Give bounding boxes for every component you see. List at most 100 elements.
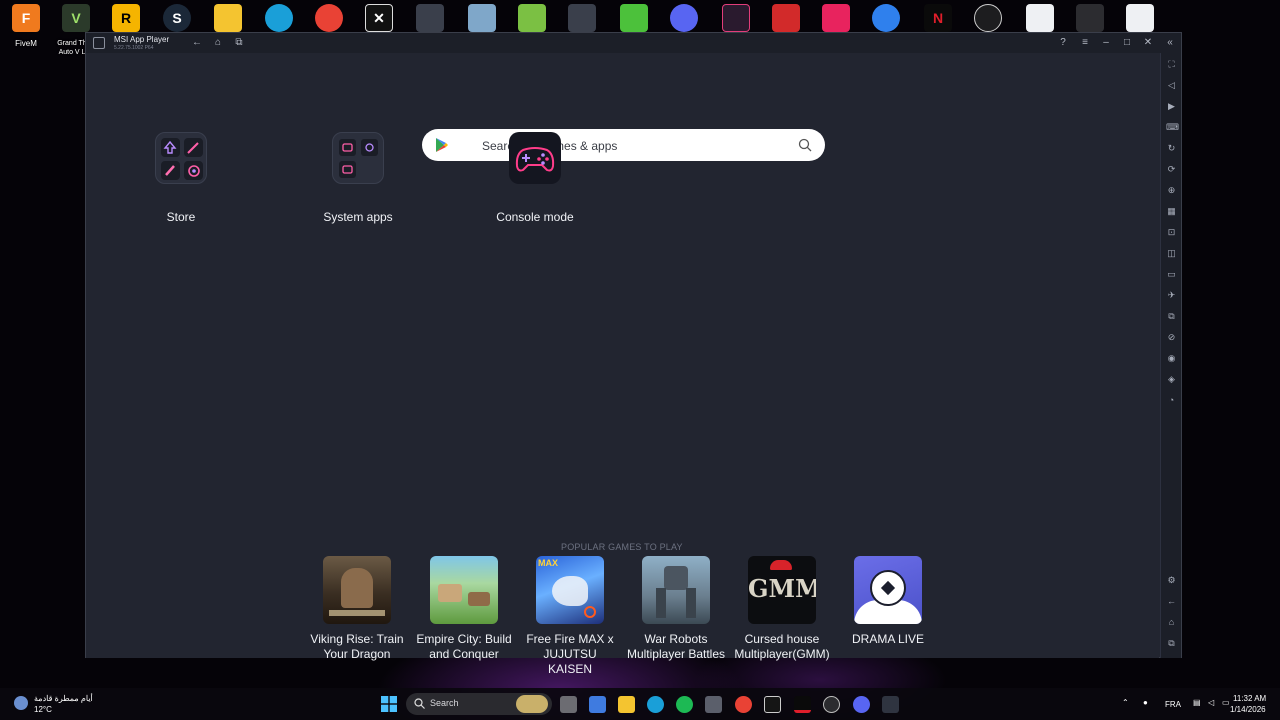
minimize-icon[interactable]: – xyxy=(1099,36,1113,50)
app-icon-red-n[interactable]: N xyxy=(924,4,952,32)
game-empire-city[interactable]: Empire City: Build and Conquer xyxy=(414,556,514,662)
window-version: 5.22.75.1002 P64 xyxy=(114,45,154,51)
performance-icon[interactable]: ▦ xyxy=(1166,206,1177,217)
search-icon[interactable] xyxy=(798,138,812,152)
chrome-icon[interactable] xyxy=(735,696,752,713)
layers-icon[interactable]: ◈ xyxy=(1166,374,1177,385)
console-mode-app[interactable]: Console mode xyxy=(480,132,590,224)
file-explorer-icon[interactable] xyxy=(618,696,635,713)
msi-player-icon-2[interactable] xyxy=(568,4,596,32)
davinci-icon[interactable] xyxy=(1076,4,1104,32)
volume-icon[interactable]: ◁ xyxy=(1208,698,1214,707)
rotate-icon[interactable]: ↻ xyxy=(1166,143,1177,154)
weather-text: أيام ممطرة قادمة xyxy=(34,694,93,703)
network-icon[interactable]: ▤ xyxy=(1193,698,1201,707)
back-icon[interactable]: ← xyxy=(190,36,204,50)
msi-player-icon[interactable] xyxy=(416,4,444,32)
widgets-icon[interactable] xyxy=(589,696,606,713)
green-app-icon[interactable] xyxy=(620,4,648,32)
record-icon[interactable]: ◫ xyxy=(1166,248,1177,259)
close-icon[interactable]: ✕ xyxy=(1141,36,1155,50)
folder-icon[interactable]: ▭ xyxy=(1166,269,1177,280)
game-name: Free Fire MAX x JUJUTSU KAISEN xyxy=(526,632,614,676)
discord-icon[interactable] xyxy=(853,696,870,713)
menu-icon[interactable]: ≡ xyxy=(1078,36,1092,50)
game-thumbnail xyxy=(430,556,498,624)
weather-temp: 12°C xyxy=(34,705,52,714)
app-player-window: MSI App Player 5.22.75.1002 P64 ← ⌂ ⧉ ? … xyxy=(85,32,1182,676)
gamepad-icon[interactable]: ⊕ xyxy=(1166,185,1177,196)
sync-icon[interactable]: ⟳ xyxy=(1166,164,1177,175)
right-toolbar: ⛶ ◁ ▶ ⌨ ↻ ⟳ ⊕ ▦ ⊡ ◫ ▭ ✈ ⧉ ⊘ ◉ ◈ ◔ ⚙ ← ⌂ … xyxy=(1160,53,1181,658)
taskbar-search[interactable]: Search xyxy=(406,693,552,715)
screenshot-icon[interactable]: ⊡ xyxy=(1166,227,1177,238)
settings-icon[interactable]: ⚙ xyxy=(1166,575,1177,586)
rockstar-icon[interactable]: R xyxy=(112,4,140,32)
clock-date[interactable]: 1/14/2026 xyxy=(1230,705,1266,714)
weather-icon[interactable] xyxy=(14,696,28,710)
obs-icon[interactable] xyxy=(823,696,840,713)
windows-taskbar: أيام ممطرة قادمة 12°C Search ⌃ ● FRA ▤ ◁… xyxy=(0,688,1280,720)
volume-icon[interactable]: ◁ xyxy=(1166,80,1177,91)
media-icon[interactable]: ▶ xyxy=(1166,101,1177,112)
multi-instance-icon[interactable]: ⧉ xyxy=(1166,311,1177,322)
collapse-sidebar-icon[interactable]: « xyxy=(1163,36,1177,50)
game-free-fire-max[interactable]: MAX Free Fire MAX x JUJUTSU KAISEN xyxy=(520,556,620,677)
window-titlebar: MSI App Player 5.22.75.1002 P64 ← ⌂ ⧉ ? … xyxy=(86,33,1181,53)
game-name: War Robots Multiplayer Battles xyxy=(626,632,726,661)
start-icon[interactable] xyxy=(381,696,397,712)
clock-time[interactable]: 11:32 AM xyxy=(1233,694,1266,703)
task-view-icon[interactable] xyxy=(560,696,577,713)
keyboard-icon[interactable]: ⌨ xyxy=(1166,122,1179,133)
document-icon-2[interactable] xyxy=(1126,4,1154,32)
edge-icon[interactable] xyxy=(647,696,664,713)
edge-icon[interactable] xyxy=(265,4,293,32)
game-drama-live[interactable]: DRAMA LIVE xyxy=(838,556,938,647)
tray-chevron-icon[interactable]: ⌃ xyxy=(1122,698,1129,707)
store-app[interactable]: Store xyxy=(126,132,236,224)
fivem-desktop-icon[interactable]: F xyxy=(12,4,40,32)
eco-mode-icon[interactable]: ⊘ xyxy=(1166,332,1177,343)
maximize-icon[interactable]: □ xyxy=(1120,36,1134,50)
system-apps-folder[interactable]: System apps xyxy=(303,132,413,224)
red-app-icon[interactable] xyxy=(794,696,811,713)
chrome-icon[interactable] xyxy=(315,4,343,32)
home-icon[interactable]: ⌂ xyxy=(1166,617,1177,628)
app-icon-pink[interactable] xyxy=(722,4,750,32)
help-icon[interactable]: ? xyxy=(1056,36,1070,50)
spotify-icon[interactable] xyxy=(676,696,693,713)
folder-icon[interactable] xyxy=(214,4,242,32)
recent-apps-icon[interactable]: ⧉ xyxy=(1166,638,1177,649)
app-icon-red[interactable] xyxy=(772,4,800,32)
airplane-icon[interactable]: ✈ xyxy=(1166,290,1177,301)
discord-icon[interactable] xyxy=(670,4,698,32)
google-play-icon xyxy=(436,138,448,152)
capcut-icon[interactable]: ✕ xyxy=(365,4,393,32)
window-title: MSI App Player xyxy=(114,35,170,44)
console-mode-label: Console mode xyxy=(496,210,574,224)
home-icon[interactable]: ⌂ xyxy=(211,36,225,50)
webcam-icon[interactable] xyxy=(872,4,900,32)
fullscreen-icon[interactable]: ⛶ xyxy=(1166,59,1177,70)
game-cursed-house[interactable]: GMM Cursed house Multiplayer(GMM) xyxy=(732,556,832,662)
game-war-robots[interactable]: War Robots Multiplayer Battles xyxy=(626,556,726,662)
tiktok-icon[interactable] xyxy=(822,4,850,32)
bluestacks-icon[interactable] xyxy=(518,4,546,32)
recycle-bin-icon[interactable] xyxy=(468,4,496,32)
gta-desktop-icon[interactable]: V xyxy=(62,4,90,32)
msi-player-icon[interactable] xyxy=(882,696,899,713)
location-icon[interactable]: ◉ xyxy=(1166,353,1177,364)
obs-icon[interactable] xyxy=(974,4,1002,32)
macro-icon[interactable]: ◔ xyxy=(1166,395,1177,406)
steam-icon[interactable]: S xyxy=(163,4,191,32)
store-icon[interactable] xyxy=(705,696,722,713)
document-icon[interactable] xyxy=(1026,4,1054,32)
back-arrow-icon[interactable]: ← xyxy=(1166,596,1177,607)
recent-apps-icon[interactable]: ⧉ xyxy=(232,36,246,50)
search-icon xyxy=(414,698,425,709)
capcut-icon[interactable] xyxy=(764,696,781,713)
language-indicator[interactable]: FRA xyxy=(1165,700,1181,709)
game-viking-rise[interactable]: Viking Rise: Train Your Dragon xyxy=(307,556,407,662)
battery-icon[interactable]: ▭ xyxy=(1222,698,1230,707)
microphone-icon[interactable]: ● xyxy=(1143,698,1148,707)
